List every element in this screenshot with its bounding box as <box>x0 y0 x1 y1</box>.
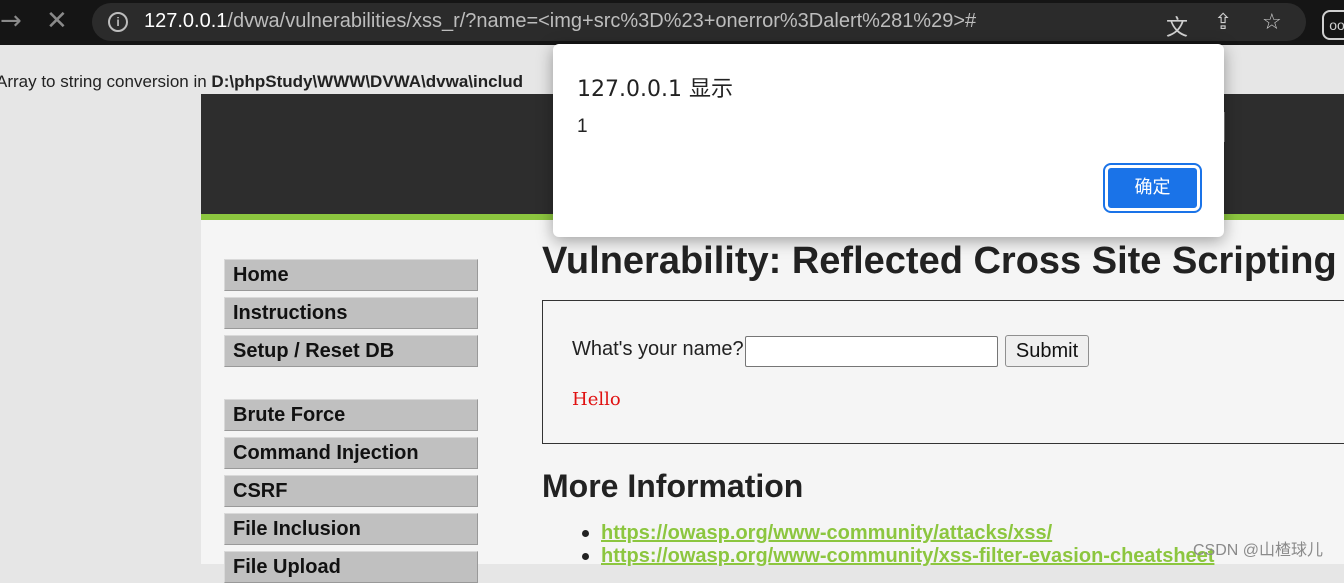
ok-button[interactable]: 确定 <box>1103 163 1202 213</box>
page-title: Vulnerability: Reflected Cross Site Scri… <box>542 240 1337 282</box>
sidebar-item-label: Command Injection <box>233 442 419 464</box>
profile-icon[interactable]: oo <box>1322 10 1344 40</box>
sidebar-item-file-inclusion[interactable]: File Inclusion <box>224 513 478 545</box>
sidebar-item-brute-force[interactable]: Brute Force <box>224 399 478 431</box>
sidebar-item-file-upload[interactable]: File Upload <box>224 551 478 583</box>
list-item: https://owasp.org/www-community/xss-filt… <box>582 545 1214 568</box>
sidebar-item-instructions[interactable]: Instructions <box>224 297 478 329</box>
more-info-heading: More Information <box>542 468 804 504</box>
alert-dialog: 127.0.0.1 显示 1 确定 <box>553 44 1224 237</box>
sidebar-item-label: File Upload <box>233 556 341 578</box>
arrow-forward-icon[interactable]: → <box>0 6 22 36</box>
sidebar-item-label: Brute Force <box>233 404 346 426</box>
translate-icon[interactable]: 文 <box>1166 10 1188 42</box>
bullet-icon <box>582 530 589 538</box>
sidebar-item-label: Setup / Reset DB <box>233 340 395 362</box>
sidebar-item-label: CSRF <box>233 480 288 502</box>
info-link[interactable]: https://owasp.org/www-community/attacks/… <box>601 522 1052 544</box>
sidebar-item-home[interactable]: Home <box>224 259 478 291</box>
sidebar-item-label: Instructions <box>233 302 348 324</box>
url-path: /dvwa/vulnerabilities/xss_r/?name=<img+s… <box>227 10 977 32</box>
bullet-icon <box>582 553 589 561</box>
sidebar-item-setup[interactable]: Setup / Reset DB <box>224 335 478 367</box>
header-divider <box>1224 112 1225 142</box>
output-text: Hello <box>572 389 621 410</box>
site-info-icon[interactable]: i <box>108 12 128 32</box>
sidebar-item-label: File Inclusion <box>233 518 361 540</box>
bookmark-star-icon[interactable]: ☆ <box>1262 10 1282 35</box>
notice-text: Array to string conversion in <box>0 72 212 91</box>
php-notice: Array to string conversion in D:\phpStud… <box>0 72 523 92</box>
address-bar[interactable]: i 127.0.0.1/dvwa/vulnerabilities/xss_r/?… <box>92 3 1306 41</box>
browser-toolbar: → ✕ i 127.0.0.1/dvwa/vulnerabilities/xss… <box>0 0 1344 45</box>
name-label: What's your name? <box>572 338 744 360</box>
dialog-message: 1 <box>577 116 588 137</box>
vulnerability-box <box>542 300 1344 444</box>
share-icon[interactable]: ⇪ <box>1214 10 1232 35</box>
notice-path: D:\phpStudy\WWW\DVWA\dvwa\includ <box>211 72 524 91</box>
name-input[interactable] <box>745 336 998 367</box>
sidebar-item-label: Home <box>233 264 289 286</box>
url-text[interactable]: 127.0.0.1/dvwa/vulnerabilities/xss_r/?na… <box>144 10 976 33</box>
url-host: 127.0.0.1 <box>144 10 228 32</box>
dialog-title: 127.0.0.1 显示 <box>577 77 733 102</box>
sidebar-item-command-injection[interactable]: Command Injection <box>224 437 478 469</box>
submit-button[interactable]: Submit <box>1005 335 1089 367</box>
stop-loading-icon[interactable]: ✕ <box>46 6 68 36</box>
list-item: https://owasp.org/www-community/attacks/… <box>582 522 1052 545</box>
sidebar-item-csrf[interactable]: CSRF <box>224 475 478 507</box>
watermark: CSDN @山楂球儿 <box>1193 542 1324 559</box>
